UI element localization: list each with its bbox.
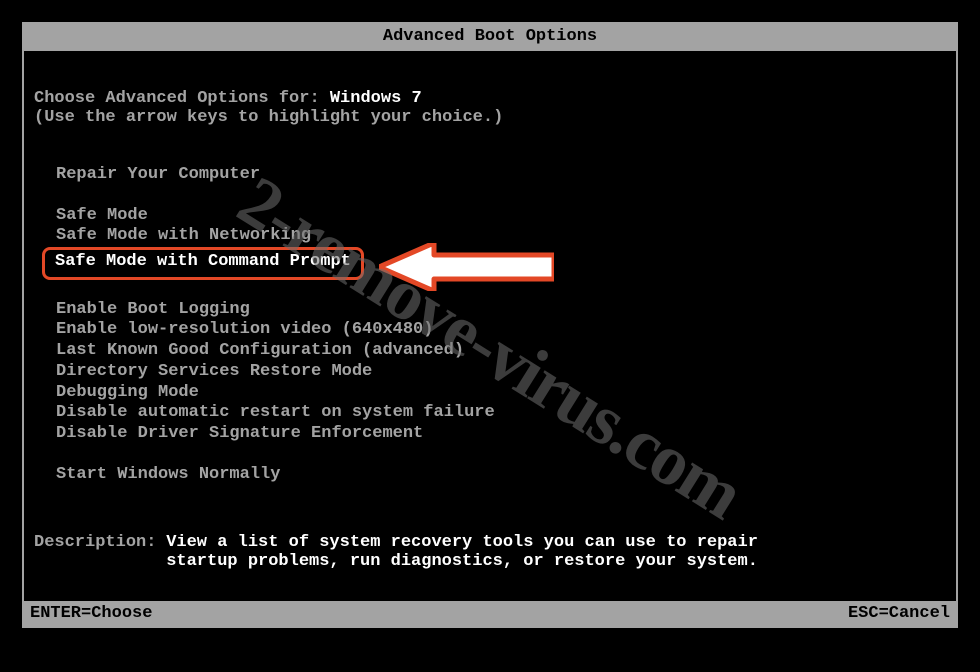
menu-gap xyxy=(52,280,946,300)
menu-item-safe-mode-networking[interactable]: Safe Mode with Networking xyxy=(52,226,946,247)
menu-item-repair[interactable]: Repair Your Computer xyxy=(52,165,946,186)
footer-enter-hint: ENTER=Choose xyxy=(30,604,152,623)
content-area: Choose Advanced Options for: Windows 7 (… xyxy=(24,51,956,571)
menu-item-last-known-good[interactable]: Last Known Good Configuration (advanced) xyxy=(52,341,946,362)
prompt-prefix: Choose Advanced Options for: xyxy=(34,89,330,108)
footer-esc-hint: ESC=Cancel xyxy=(848,604,950,623)
boot-menu[interactable]: Repair Your Computer Safe Mode Safe Mode… xyxy=(34,165,946,485)
menu-item-boot-logging[interactable]: Enable Boot Logging xyxy=(52,300,946,321)
hint-line: (Use the arrow keys to highlight your ch… xyxy=(34,108,946,127)
boot-options-screen: Advanced Boot Options Choose Advanced Op… xyxy=(22,22,958,628)
menu-item-debugging-mode[interactable]: Debugging Mode xyxy=(52,383,946,404)
menu-item-lowres-video[interactable]: Enable low-resolution video (640x480) xyxy=(52,320,946,341)
footer-bar: ENTER=Choose ESC=Cancel xyxy=(24,601,956,626)
menu-gap xyxy=(52,445,946,465)
description-label: Description: xyxy=(34,533,156,552)
page-title: Advanced Boot Options xyxy=(383,27,597,46)
os-name: Windows 7 xyxy=(330,89,422,108)
prompt-line: Choose Advanced Options for: Windows 7 xyxy=(34,89,946,108)
menu-item-disable-auto-restart[interactable]: Disable automatic restart on system fail… xyxy=(52,403,946,424)
menu-item-directory-services-restore[interactable]: Directory Services Restore Mode xyxy=(52,362,946,383)
menu-item-start-normally[interactable]: Start Windows Normally xyxy=(52,465,946,486)
menu-gap xyxy=(52,186,946,206)
title-bar: Advanced Boot Options xyxy=(24,24,956,51)
description-text: View a list of system recovery tools you… xyxy=(166,533,766,571)
description-block: Description: View a list of system recov… xyxy=(34,533,946,571)
menu-item-disable-driver-sig[interactable]: Disable Driver Signature Enforcement xyxy=(52,424,946,445)
menu-item-safe-mode[interactable]: Safe Mode xyxy=(52,206,946,227)
menu-item-safe-mode-command-prompt[interactable]: Safe Mode with Command Prompt xyxy=(52,247,946,280)
